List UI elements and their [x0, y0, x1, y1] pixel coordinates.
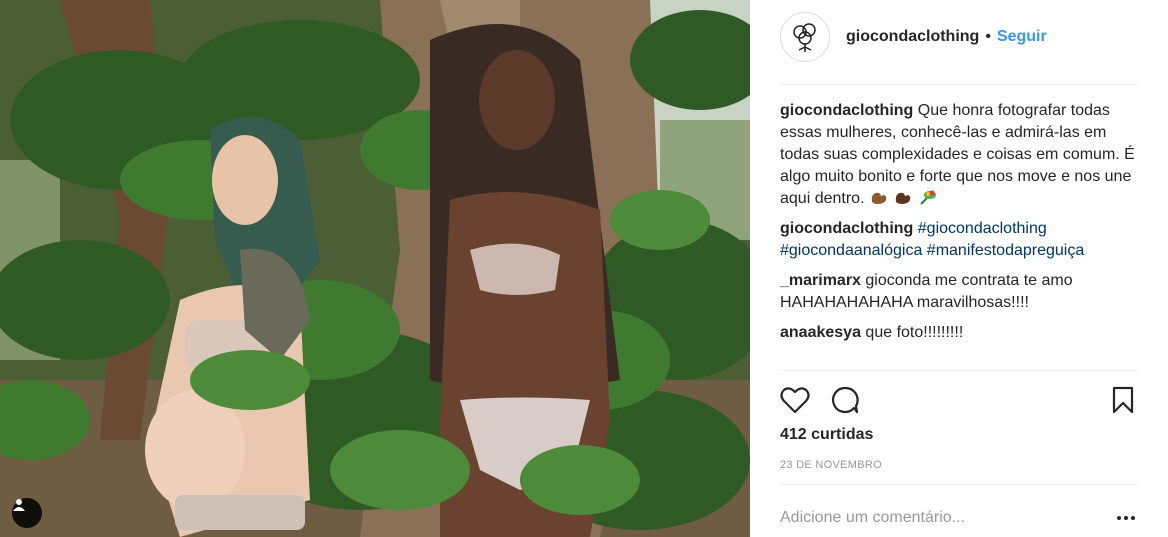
comment-username[interactable]: anaakesya: [780, 324, 861, 341]
post-date[interactable]: 23 DE NOVEMBRO: [780, 459, 882, 471]
post-photo[interactable]: [0, 0, 750, 537]
post-header: giocondaclothing • Seguir: [780, 12, 1138, 62]
comment-username[interactable]: giocondaclothing: [780, 102, 913, 119]
cotton-logo-icon: [793, 23, 816, 52]
bouquet-emoji: [920, 190, 936, 205]
avatar[interactable]: [780, 12, 830, 62]
tagged-people-icon[interactable]: [12, 498, 42, 528]
hashtag-link[interactable]: #manifestodapreguiça: [927, 242, 1084, 259]
heart-icon[interactable]: [778, 383, 812, 417]
bookmark-icon[interactable]: [1106, 383, 1140, 417]
post-username[interactable]: giocondaclothing: [846, 28, 979, 46]
list-item: anaakesya que foto!!!!!!!!!: [780, 322, 1138, 344]
likes-count[interactable]: 412 curtidas: [780, 426, 873, 444]
hashtag-link[interactable]: #giocondaanalógica: [780, 242, 922, 259]
actions-divider: [780, 370, 1138, 371]
more-options-icon[interactable]: [1112, 508, 1140, 528]
comment-box-divider: [780, 484, 1138, 485]
add-comment-input[interactable]: [780, 505, 1110, 531]
comment-text: que foto!!!!!!!!!: [865, 324, 964, 341]
comment-username[interactable]: giocondaclothing: [780, 220, 913, 237]
comments-list: giocondaclothing Que honra fotografar to…: [780, 100, 1138, 352]
flexed-biceps-medium-dark-emoji: [871, 192, 887, 204]
post-actions: [778, 383, 1140, 417]
flexed-biceps-dark-emoji: [896, 192, 911, 204]
comment-username[interactable]: _marimarx: [780, 272, 861, 289]
comment-icon[interactable]: [828, 383, 862, 417]
post-side-panel: giocondaclothing • Seguir giocondaclothi…: [750, 0, 1168, 537]
photo-illustration: [0, 0, 750, 537]
header-divider: [780, 84, 1138, 85]
follow-button[interactable]: Seguir: [997, 28, 1047, 46]
hashtag-comment: giocondaclothing #giocondaclothing #gioc…: [780, 218, 1138, 262]
list-item: _marimarx gioconda me contrata te amo HA…: [780, 270, 1138, 314]
separator-dot: •: [985, 28, 991, 45]
caption-comment: giocondaclothing Que honra fotografar to…: [780, 100, 1138, 210]
hashtag-link[interactable]: #giocondaclothing: [918, 220, 1047, 237]
